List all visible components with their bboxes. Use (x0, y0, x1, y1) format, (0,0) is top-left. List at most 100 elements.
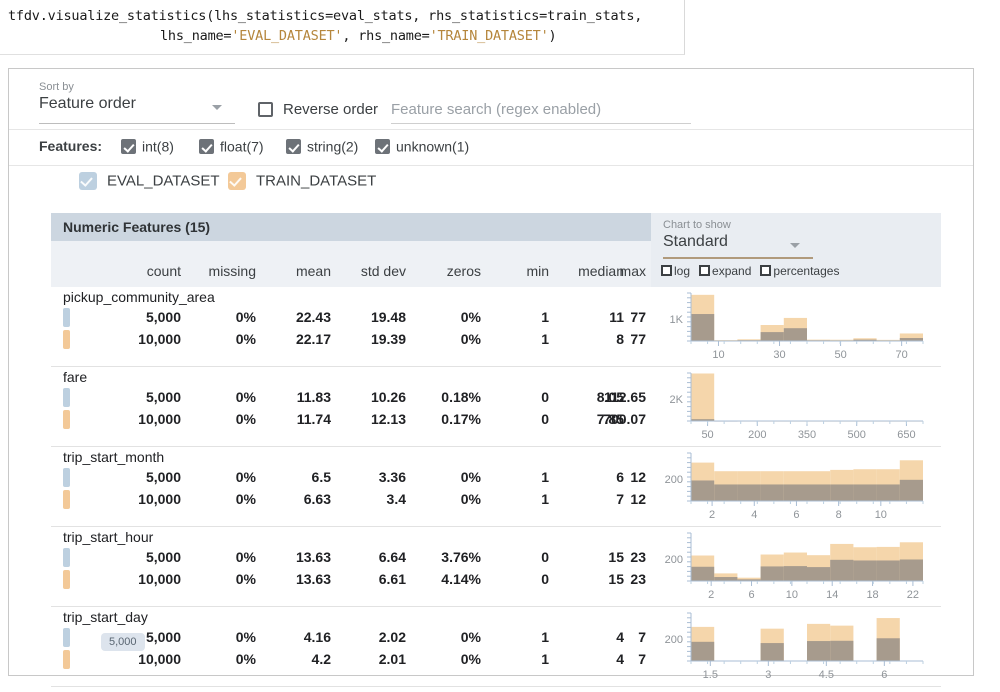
column-header-missing[interactable]: missing (181, 263, 256, 279)
feature-name[interactable]: trip_start_month (63, 449, 164, 465)
cell-min: 1 (541, 469, 549, 485)
cell-zeros: 0.18% (441, 389, 481, 405)
chevron-down-icon[interactable] (212, 105, 222, 110)
feature-histogram[interactable]: 200 2 6 10 14 18 22 (651, 527, 941, 607)
cell-zeros: 0% (460, 629, 481, 645)
chart-option-percentages-checkbox[interactable] (760, 265, 772, 277)
feature-type-int[interactable]: int(8) (121, 137, 174, 154)
cell-mean: 6.5 (311, 469, 331, 485)
cell-min: 1 (541, 309, 549, 325)
feature-name[interactable]: trip_start_hour (63, 529, 153, 545)
cell-mean: 22.17 (295, 331, 331, 347)
svg-text:4: 4 (751, 509, 757, 521)
svg-text:8: 8 (836, 509, 842, 521)
svg-text:1K: 1K (670, 314, 684, 326)
feature-histogram[interactable]: 200 1.5 3 4.5 6 (651, 607, 941, 687)
cell-zeros: 3.76% (441, 549, 481, 565)
reverse-order-label: Reverse order (283, 101, 379, 118)
cell-mean: 4.2 (311, 651, 331, 667)
chart-option-log-checkbox[interactable] (661, 265, 672, 277)
chart-to-show-label: Chart to show (663, 219, 731, 231)
feature-name[interactable]: pickup_community_area (63, 289, 215, 305)
feature-type-float[interactable]: float(7) (199, 137, 264, 154)
cell-max: 77 (630, 309, 646, 325)
svg-text:200: 200 (665, 474, 683, 486)
chart-option-log-label: log (674, 263, 691, 278)
code-string-train-dataset: 'TRAIN_DATASET' (429, 28, 549, 44)
column-header-max[interactable]: max (571, 263, 646, 279)
dataset-color-swatch (63, 490, 70, 509)
feature-type-string-checkbox[interactable] (286, 138, 301, 154)
cell-min: 1 (541, 331, 549, 347)
cell-missing: 0% (235, 491, 256, 507)
dataset-toggle-eval[interactable]: EVAL_DATASET (79, 172, 220, 191)
feature-name[interactable]: trip_start_day (63, 609, 148, 625)
feature-histogram[interactable]: 200 2 4 6 8 10 (651, 447, 941, 527)
cell-count: 10,000 (138, 491, 181, 507)
column-header-zeros[interactable]: zeros (406, 263, 481, 279)
feature-name[interactable]: fare (63, 369, 87, 385)
chart-option-expand-checkbox[interactable] (699, 265, 711, 277)
dataset-eval-label: EVAL_DATASET (107, 172, 220, 190)
reverse-order-checkbox[interactable] (258, 102, 273, 117)
svg-text:30: 30 (773, 349, 785, 361)
feature-histogram[interactable]: 1K 10 30 50 70 (651, 287, 941, 367)
cell-count: 5,000 (145, 389, 181, 405)
feature-type-unknown[interactable]: unknown(1) (375, 137, 469, 154)
sort-by-select[interactable]: Feature order (39, 95, 136, 113)
cell-count: 5,000 (145, 309, 181, 325)
svg-text:2: 2 (709, 509, 715, 521)
feature-search-wrap (391, 101, 691, 119)
column-header-count[interactable]: count (91, 263, 181, 279)
dataset-toggle-train[interactable]: TRAIN_DATASET (228, 172, 376, 191)
chart-controls: Chart to show Standard log expand percenta… (651, 213, 941, 287)
svg-text:10: 10 (712, 349, 724, 361)
dataset-eval-swatch-checkbox[interactable] (79, 172, 97, 191)
column-header-std-dev[interactable]: std dev (331, 263, 406, 279)
dataset-color-swatch (63, 570, 70, 589)
svg-text:70: 70 (896, 349, 908, 361)
feature-type-unknown-checkbox[interactable] (375, 138, 390, 154)
svg-text:200: 200 (748, 429, 766, 441)
dataset-color-swatch (63, 650, 70, 669)
features-label: Features: (39, 138, 103, 154)
feature-search-input[interactable] (391, 101, 691, 118)
cell-mean: 13.63 (295, 571, 331, 587)
svg-text:3: 3 (765, 669, 771, 681)
chevron-down-icon[interactable] (790, 243, 800, 248)
chart-to-show-select[interactable]: Standard (663, 233, 728, 251)
feature-type-float-checkbox[interactable] (199, 138, 214, 154)
svg-text:200: 200 (665, 554, 683, 566)
feature-type-int-checkbox[interactable] (121, 138, 136, 154)
panel-title: Numeric Features (15) (51, 213, 651, 241)
cell-std-dev: 3.36 (378, 469, 406, 485)
svg-text:50: 50 (701, 429, 713, 441)
facets-overview-widget: Sort by Feature order Reverse order Feat… (8, 68, 974, 687)
cell-mean: 11.83 (296, 389, 331, 405)
cell-min: 1 (541, 491, 549, 507)
code-cell: tfdv.visualize_statistics(lhs_statistics… (0, 0, 1000, 62)
cell-missing: 0% (235, 549, 256, 565)
cell-mean: 22.43 (295, 309, 331, 325)
feature-type-string[interactable]: string(2) (286, 137, 358, 154)
svg-text:2K: 2K (670, 394, 684, 406)
feature-row: trip_start_day 5,000 0% 4.16 2.02 0% 1 4 7 10,000… (51, 607, 941, 687)
column-header-min[interactable]: min (481, 263, 549, 279)
cell-min: 1 (541, 629, 549, 645)
cell-std-dev: 2.01 (378, 651, 406, 667)
feature-histogram[interactable]: 2K 50 200 350 500 650 (651, 367, 941, 447)
cell-min: 0 (541, 411, 549, 427)
cell-missing: 0% (235, 331, 256, 347)
cell-mean: 11.74 (296, 411, 331, 427)
dataset-train-swatch-checkbox[interactable] (228, 172, 246, 191)
chart-option-expand-label: expand (712, 263, 752, 278)
chart-option-checkboxes: log expand percentages (661, 263, 848, 278)
cell-max: 12 (630, 491, 646, 507)
count-tooltip: 5,000 (101, 633, 145, 651)
cell-missing: 0% (235, 629, 256, 645)
column-header-mean[interactable]: mean (256, 263, 331, 279)
feature-type-unknown-label: unknown(1) (396, 138, 470, 155)
svg-text:10: 10 (875, 509, 887, 521)
cell-missing: 0% (235, 389, 256, 405)
cell-min: 0 (541, 389, 549, 405)
